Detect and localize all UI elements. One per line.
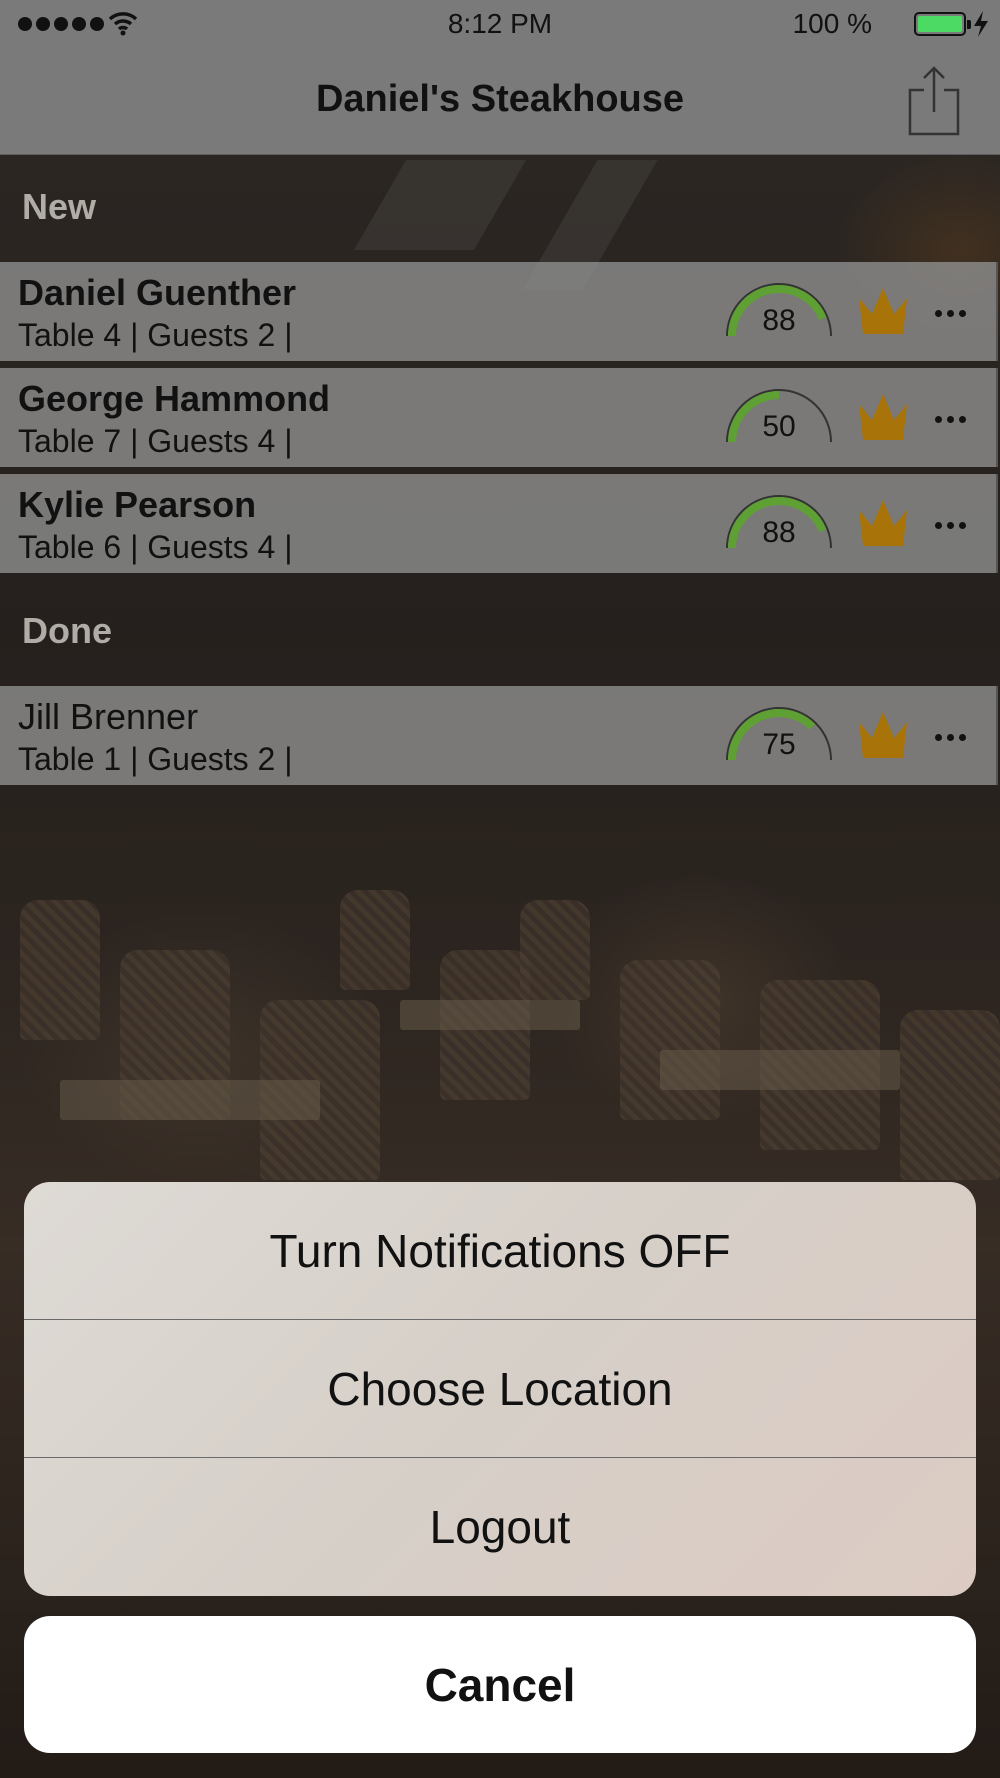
guest-row[interactable]: Jill Brenner Table 1 | Guests 2 | 75 (0, 686, 998, 785)
score-gauge: 75 (718, 698, 840, 768)
more-icon[interactable] (935, 522, 966, 529)
score-value: 88 (762, 516, 796, 549)
section-header-new: New (22, 186, 97, 227)
choose-location-button[interactable]: Choose Location (24, 1320, 976, 1457)
more-icon[interactable] (935, 416, 966, 423)
score-value: 88 (762, 304, 796, 337)
turn-notifications-off-button[interactable]: Turn Notifications OFF (24, 1182, 976, 1319)
charging-icon (974, 11, 988, 37)
crown-icon (859, 288, 907, 334)
navigation-bar: Daniel's Steakhouse (0, 50, 1000, 155)
guest-row[interactable]: Kylie Pearson Table 6 | Guests 4 | 88 (0, 474, 998, 573)
score-gauge: 88 (718, 274, 840, 344)
guest-name: George Hammond (18, 378, 331, 419)
crown-icon (859, 500, 907, 546)
score-value: 50 (762, 410, 796, 443)
cancel-button[interactable]: Cancel (24, 1616, 976, 1753)
crown-icon (859, 712, 907, 758)
page-title: Daniel's Steakhouse (315, 78, 685, 120)
more-icon[interactable] (935, 734, 966, 741)
guest-row[interactable]: Daniel Guenther Table 4 | Guests 2 | 88 (0, 262, 998, 361)
section-header-done: Done (22, 610, 112, 651)
more-icon[interactable] (935, 310, 966, 317)
battery-icon (914, 12, 971, 36)
share-icon[interactable] (904, 64, 964, 136)
logout-button[interactable]: Logout (24, 1458, 976, 1595)
battery-percentage: 100 % (792, 8, 872, 39)
status-bar: 8:12 PM 100 % (0, 0, 1000, 50)
action-sheet: Turn Notifications OFF Choose Location L… (24, 1182, 976, 1596)
guest-details: Table 1 | Guests 2 | (18, 741, 293, 777)
crown-icon (859, 394, 907, 440)
score-gauge: 88 (718, 486, 840, 556)
guest-name: Jill Brenner (18, 696, 199, 737)
guest-name: Kylie Pearson (18, 484, 257, 525)
guest-details: Table 7 | Guests 4 | (18, 423, 293, 459)
guest-details: Table 4 | Guests 2 | (18, 317, 293, 353)
guest-name: Daniel Guenther (18, 272, 297, 313)
score-gauge: 50 (718, 380, 840, 450)
guest-row[interactable]: George Hammond Table 7 | Guests 4 | 50 (0, 368, 998, 467)
guest-details: Table 6 | Guests 4 | (18, 529, 293, 565)
score-value: 75 (762, 728, 796, 761)
